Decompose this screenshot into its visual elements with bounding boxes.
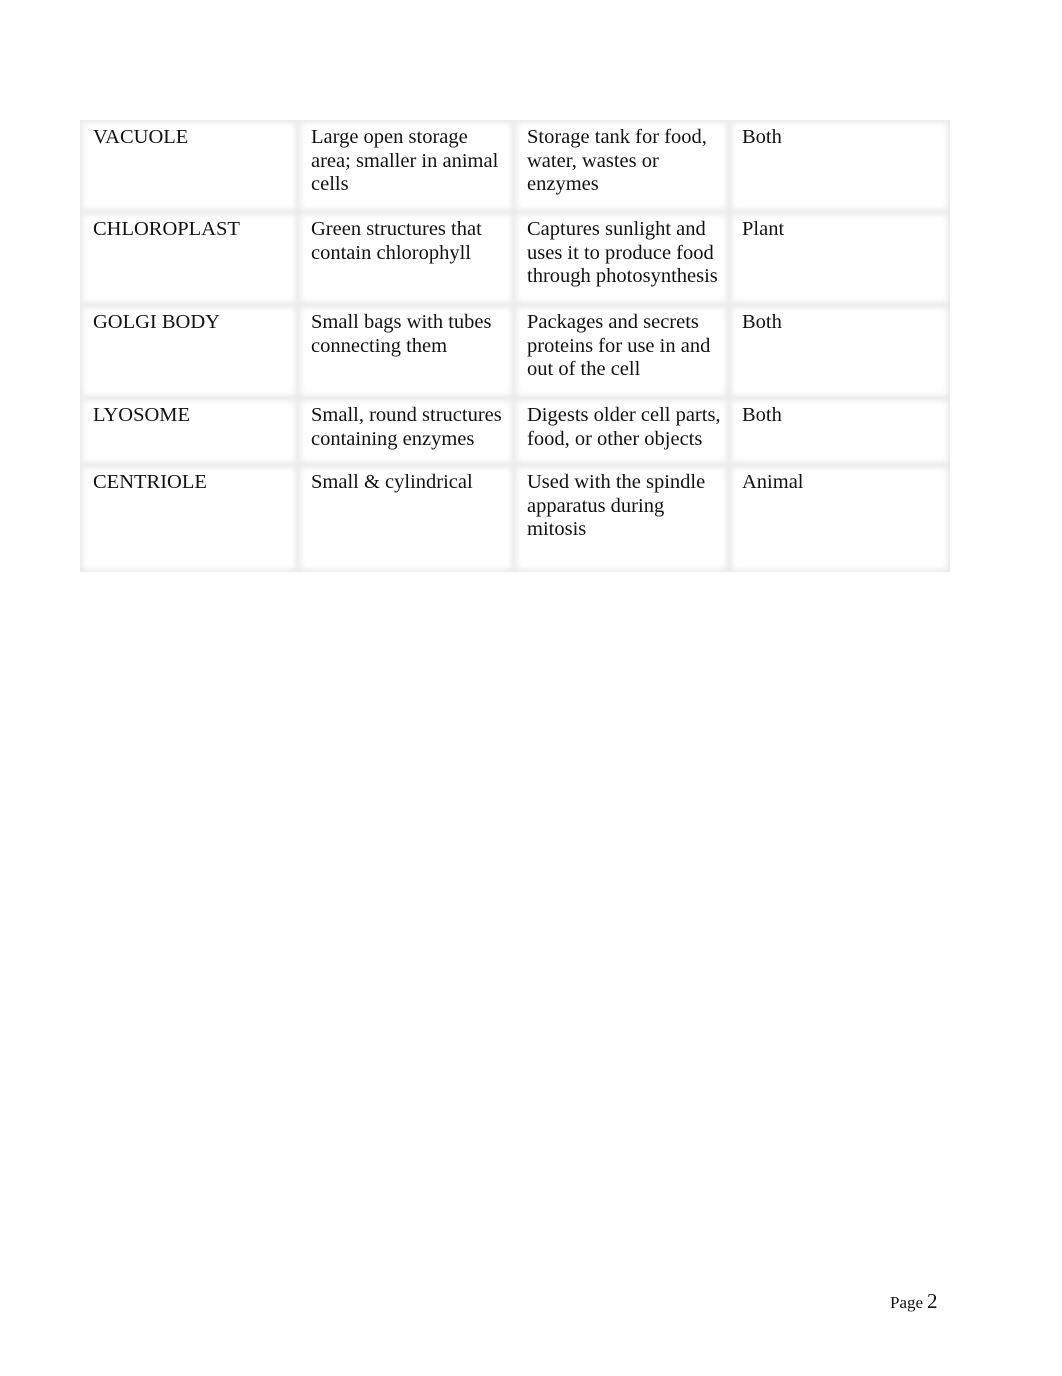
- organelle-name: CENTRIOLE: [80, 465, 298, 572]
- organelle-function: Storage tank for food, water, wastes or …: [514, 120, 729, 212]
- organelle-name: LYOSOME: [80, 398, 298, 465]
- table-row: CENTRIOLE Small & cylindrical Used with …: [80, 465, 950, 572]
- organelle-description: Small, round structures containing enzym…: [298, 398, 514, 465]
- organelle-description: Large open storage area; smaller in anim…: [298, 120, 514, 212]
- table-row: CHLOROPLAST Green structures that contai…: [80, 212, 950, 305]
- organelle-name: GOLGI BODY: [80, 305, 298, 398]
- page-number: 2: [927, 1289, 938, 1313]
- organelle-description: Green structures that contain chlorophyl…: [298, 212, 514, 305]
- organelle-description: Small & cylindrical: [298, 465, 514, 572]
- organelle-cell-type: Both: [729, 305, 950, 398]
- page-footer: Page 2: [890, 1289, 938, 1314]
- organelle-cell-type: Both: [729, 398, 950, 465]
- organelle-cell-type: Both: [729, 120, 950, 212]
- organelle-function: Captures sunlight and uses it to produce…: [514, 212, 729, 305]
- page-label: Page: [890, 1293, 924, 1312]
- organelle-cell-type: Animal: [729, 465, 950, 572]
- organelle-name: CHLOROPLAST: [80, 212, 298, 305]
- organelle-function: Digests older cell parts, food, or other…: [514, 398, 729, 465]
- table-row: VACUOLE Large open storage area; smaller…: [80, 120, 950, 212]
- organelle-cell-type: Plant: [729, 212, 950, 305]
- organelle-function: Used with the spindle apparatus during m…: [514, 465, 729, 572]
- organelle-table: VACUOLE Large open storage area; smaller…: [80, 120, 950, 572]
- organelle-name: VACUOLE: [80, 120, 298, 212]
- organelle-function: Packages and secrets proteins for use in…: [514, 305, 729, 398]
- table-row: LYOSOME Small, round structures containi…: [80, 398, 950, 465]
- table-row: GOLGI BODY Small bags with tubes connect…: [80, 305, 950, 398]
- organelle-description: Small bags with tubes connecting them: [298, 305, 514, 398]
